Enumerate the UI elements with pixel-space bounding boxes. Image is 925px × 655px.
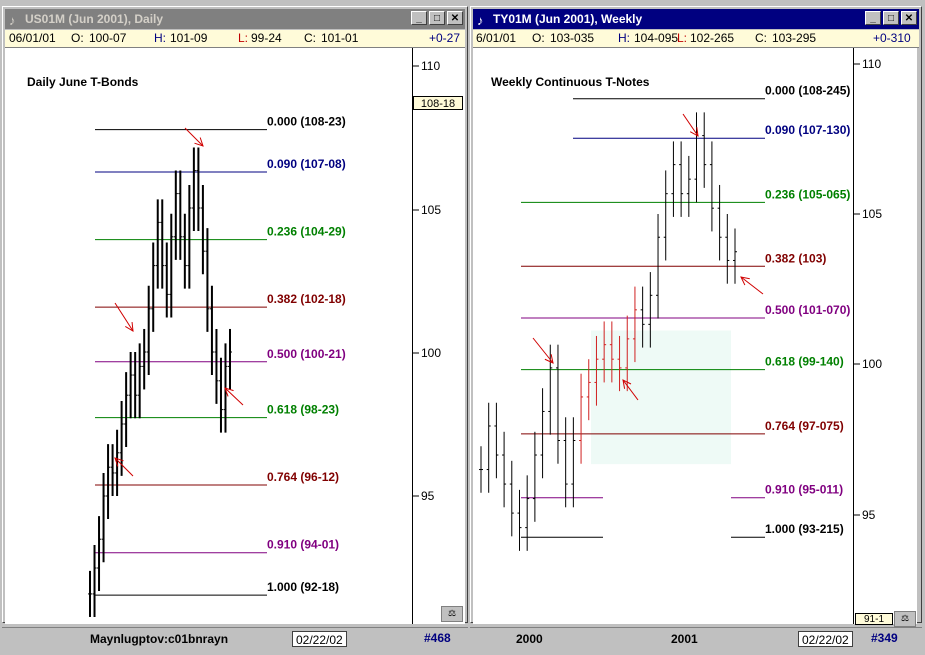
ohlc-info-bar: 6/01/01 O: 103-035 H: 104-095 L: 102-265… [473, 30, 919, 48]
fib-level-label: 0.764 (96-12) [267, 470, 339, 484]
annotation-arrow [682, 113, 699, 137]
y-tick-label: 95 [421, 489, 435, 503]
y-tick-label: 100 [862, 357, 882, 371]
close-label: C: [304, 31, 316, 45]
price-axis-svg: 110 105 100 95 [413, 59, 441, 503]
low-value: 102-265 [690, 31, 735, 45]
y-tick-label: 95 [862, 508, 876, 522]
close-value: 101-01 [321, 31, 359, 45]
minimize-button[interactable]: _ [865, 11, 881, 25]
annotation-arrow [740, 276, 764, 295]
open-label: O: [71, 31, 84, 45]
chart-icon: ♪ [477, 13, 484, 28]
maximize-button[interactable]: □ [883, 11, 899, 25]
close-value: 103-295 [772, 31, 817, 45]
price-axis-svg: 110 105 100 95 [854, 57, 882, 522]
fib-level-label: 0.090 (107-08) [267, 157, 346, 171]
fib-level-label: 0.000 (108-245) [765, 84, 850, 98]
high-value: 104-095 [634, 31, 679, 45]
last-price-marker: 108-18 [413, 96, 463, 110]
fib-level-label: 0.000 (108-23) [267, 115, 346, 129]
fib-level-label: 0.910 (95-011) [765, 483, 843, 497]
annotation-arrow [184, 127, 204, 147]
open-value: 100-07 [89, 31, 127, 45]
y-tick-label: 100 [421, 346, 441, 360]
close-label: C: [755, 31, 767, 45]
bar-count: #468 [424, 631, 451, 645]
maximize-button[interactable]: □ [429, 11, 445, 25]
ohlc-info-bar: 06/01/01 O: 100-07 H: 101-09 L: 99-24 C:… [5, 30, 465, 48]
chart-title: Daily June T-Bonds [27, 75, 139, 89]
price-axis: 110 105 100 95 91-1 ⚖ [854, 48, 917, 627]
low-value: 99-24 [251, 31, 282, 45]
fib-chart-daily: Daily June T-Bonds 0.000 (108-23) 0.090 (1… [27, 75, 346, 617]
chart-title: Weekly Continuous T-Notes [491, 75, 650, 89]
fib-level-label: 0.618 (99-140) [765, 355, 844, 369]
info-date: 06/01/01 [9, 31, 56, 45]
window-title-bar[interactable]: ♪ US01M (Jun 2001), Daily _ □ ✕ [5, 9, 465, 29]
info-date: 6/01/01 [476, 31, 517, 45]
y-tick-label: 105 [862, 207, 882, 221]
y-tick-label: 105 [421, 203, 441, 217]
window-title-bar[interactable]: ♪ TY01M (Jun 2001), Weekly _ □ ✕ [473, 9, 919, 29]
fib-level-label: 0.382 (103) [765, 251, 826, 265]
y-tick-label: 110 [421, 59, 440, 73]
daily-status-bar: Maynlugptov:c01bnrayn 02/22/02 #468 [2, 627, 468, 652]
close-button[interactable]: ✕ [447, 11, 463, 25]
fib-level-label: 1.000 (93-215) [765, 522, 844, 536]
change-value: +0-310 [873, 31, 911, 45]
price-plot-area[interactable]: Weekly Continuous T-Notes 0.000 (108-245)… [473, 48, 854, 624]
window-title: TY01M (Jun 2001), Weekly [493, 12, 643, 26]
bar-count: #349 [871, 631, 898, 645]
fib-level-label: 0.236 (104-29) [267, 225, 346, 239]
price-plot-area[interactable]: Daily June T-Bonds 0.000 (108-23) 0.090 (1… [5, 48, 413, 624]
high-value: 101-09 [170, 31, 208, 45]
fib-level-label: 0.910 (94-01) [267, 538, 339, 552]
chart-name-text: Maynlugptov:c01bnrayn [90, 632, 229, 646]
fib-level-label: 0.500 (101-070) [765, 303, 850, 317]
chart-icon: ♪ [9, 13, 16, 28]
date-field[interactable]: 02/22/02 [798, 631, 853, 647]
window-title: US01M (Jun 2001), Daily [25, 12, 164, 26]
close-button[interactable]: ✕ [901, 11, 917, 25]
fib-level-label: 0.382 (102-18) [267, 292, 346, 306]
high-label: H: [154, 31, 166, 45]
scale-icon[interactable]: ⚖ [894, 611, 916, 627]
fib-level-label: 0.500 (100-21) [267, 347, 346, 361]
daily-chart-window[interactable]: ♪ US01M (Jun 2001), Daily _ □ ✕ 06/01/01… [2, 6, 468, 624]
open-value: 103-035 [550, 31, 595, 45]
x-label-2001: 2001 [671, 632, 698, 646]
price-axis: 110 105 100 95 108-18 ⚖ [413, 48, 465, 624]
open-label: O: [532, 31, 545, 45]
low-label: L: [238, 31, 249, 45]
y-tick-label: 110 [862, 57, 881, 71]
fib-level-label: 0.618 (98-23) [267, 403, 339, 417]
x-label-2000: 2000 [516, 632, 543, 646]
change-value: +0-27 [429, 31, 461, 45]
fib-level-label: 1.000 (92-18) [267, 580, 339, 594]
last-price-marker: 91-1 [855, 613, 893, 625]
weekly-status-bar: 2000 2001 02/22/02 #349 [470, 627, 922, 652]
fib-level-label: 0.236 (105-065) [765, 187, 850, 201]
fib-level-label: 0.090 (107-130) [765, 123, 850, 137]
date-field[interactable]: 02/22/02 [292, 631, 347, 647]
high-label: H: [618, 31, 630, 45]
scale-icon[interactable]: ⚖ [441, 606, 463, 622]
fib-chart-weekly: Weekly Continuous T-Notes 0.000 (108-245)… [479, 75, 850, 551]
minimize-button[interactable]: _ [411, 11, 427, 25]
fib-level-label: 0.764 (97-075) [765, 419, 844, 433]
weekly-chart-window[interactable]: ♪ TY01M (Jun 2001), Weekly _ □ ✕ 6/01/01… [470, 6, 922, 627]
low-label: L: [677, 31, 688, 45]
